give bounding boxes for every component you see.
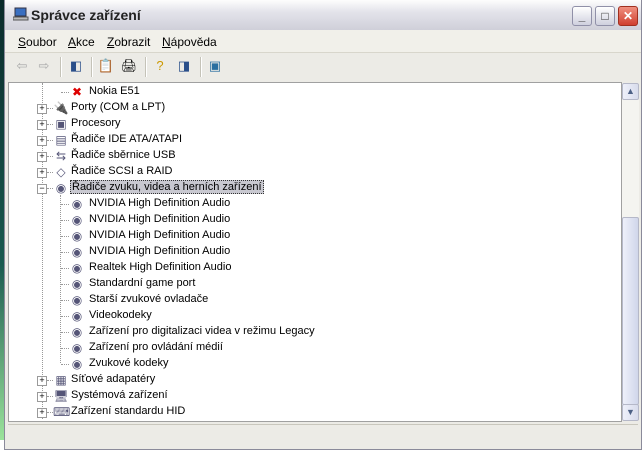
port-icon: 🔌 bbox=[53, 101, 69, 115]
expand-icon[interactable]: + bbox=[37, 120, 47, 130]
expand-icon[interactable]: + bbox=[37, 136, 47, 146]
expand-icon[interactable]: + bbox=[37, 152, 47, 162]
scroll-up-button[interactable]: ▲ bbox=[622, 83, 639, 100]
properties-icon[interactable]: 📋 bbox=[97, 57, 115, 75]
tree-item-label: Zařízení standardu HID bbox=[71, 405, 186, 417]
sound-device-icon: ◉ bbox=[71, 245, 83, 259]
system-device-icon: 🖥 bbox=[53, 389, 69, 403]
menu-zobrazit[interactable]: Zobrazit bbox=[107, 35, 150, 49]
tree-item-label: Realtek High Definition Audio bbox=[89, 261, 232, 273]
network-adapter-icon: ▦ bbox=[55, 373, 67, 387]
menu-napoveda[interactable]: Nápověda bbox=[162, 35, 217, 49]
tree-item[interactable]: ◉ Zařízení pro ovládání médií bbox=[9, 340, 621, 356]
maximize-button[interactable]: □ bbox=[595, 6, 615, 26]
tree-item[interactable]: + ⌨ Zařízení standardu HID bbox=[9, 404, 621, 420]
tree-item-label: Zařízení pro ovládání médií bbox=[89, 341, 223, 353]
tree-item[interactable]: ◉ Zařízení pro digitalizaci videa v režim… bbox=[9, 324, 621, 340]
tree-item[interactable]: ◉ NVIDIA High Definition Audio bbox=[9, 212, 621, 228]
menu-akce[interactable]: Akce bbox=[68, 35, 95, 49]
tree-item-label: Nokia E51 bbox=[89, 85, 140, 97]
expand-icon[interactable]: + bbox=[37, 104, 47, 114]
device-manager-window: Správce zařízení _ □ ✕ Soubor Akce Zobra… bbox=[4, 0, 642, 450]
tree-item-label: Starší zvukové ovladače bbox=[89, 293, 209, 305]
tree-item[interactable]: ◉ NVIDIA High Definition Audio bbox=[9, 196, 621, 212]
menu-bar: Soubor Akce Zobrazit Nápověda bbox=[5, 30, 641, 53]
sound-device-icon: ◉ bbox=[71, 277, 83, 291]
tree-item-label: Systémová zařízení bbox=[71, 389, 168, 401]
tree-item-label: Procesory bbox=[71, 117, 121, 129]
window-title: Správce zařízení bbox=[31, 7, 141, 23]
toolbar: ⇦ ⇨ ◧ 📋 🖨 ? ◨ ▣ bbox=[5, 53, 641, 80]
tree-item[interactable]: ✖ Nokia E51 bbox=[9, 84, 621, 100]
tree-item[interactable]: + 🖥 Systémová zařízení bbox=[9, 388, 621, 404]
vertical-scrollbar[interactable]: ▲ ▼ bbox=[622, 83, 639, 421]
scroll-down-button[interactable]: ▼ bbox=[622, 404, 639, 421]
expand-icon[interactable]: + bbox=[37, 408, 47, 418]
tree-item-label: Standardní game port bbox=[89, 277, 196, 289]
print-icon[interactable]: 🖨 bbox=[120, 57, 138, 75]
forward-icon[interactable]: ⇨ bbox=[35, 57, 53, 75]
expand-icon[interactable]: + bbox=[37, 392, 47, 402]
tree-item-label: NVIDIA High Definition Audio bbox=[89, 197, 231, 209]
expand-icon[interactable]: + bbox=[37, 376, 47, 386]
sound-device-icon: ◉ bbox=[71, 229, 83, 243]
tree-item-label: NVIDIA High Definition Audio bbox=[89, 213, 231, 225]
scrollbar-thumb[interactable] bbox=[622, 217, 639, 405]
tree-item-label: Řadiče sběrnice USB bbox=[71, 149, 176, 161]
sound-device-icon: ◉ bbox=[71, 341, 83, 355]
tree-item[interactable]: ◉ Realtek High Definition Audio bbox=[9, 260, 621, 276]
scan-hardware-icon[interactable]: ▣ bbox=[206, 57, 224, 75]
menu-soubor[interactable]: Soubor bbox=[18, 35, 57, 49]
tree-item[interactable]: ◉ Zvukové kodeky bbox=[9, 356, 621, 372]
sound-device-icon: ◉ bbox=[71, 293, 83, 307]
sound-device-icon: ◉ bbox=[71, 197, 83, 211]
ide-controller-icon: ▤ bbox=[55, 133, 67, 147]
device-tree: ✖ Nokia E51 + 🔌 Porty (COM a LPT) + ▣ Procesory… bbox=[8, 82, 622, 422]
collapse-icon[interactable]: − bbox=[37, 184, 47, 194]
sound-device-icon: ◉ bbox=[71, 325, 83, 339]
tree-item-label: Řadiče zvuku, videa a herních zařízení bbox=[70, 180, 264, 194]
close-button[interactable]: ✕ bbox=[618, 6, 638, 26]
tree-item[interactable]: + ▦ Síťové adapatéry bbox=[9, 372, 621, 388]
phone-disabled-icon: ✖ bbox=[71, 85, 83, 99]
tree-item-label: Řadiče IDE ATA/ATAPI bbox=[71, 133, 183, 145]
title-bar[interactable]: Správce zařízení _ □ ✕ bbox=[5, 0, 641, 31]
tree-item-label: Síťové adapatéry bbox=[71, 373, 156, 385]
tree-item[interactable]: ◉ NVIDIA High Definition Audio bbox=[9, 228, 621, 244]
show-hide-action-pane-icon[interactable]: ◨ bbox=[175, 57, 193, 75]
tree-item-label: Zvukové kodeky bbox=[89, 357, 169, 369]
minimize-button[interactable]: _ bbox=[572, 6, 592, 26]
tree-item[interactable]: + 🔌 Porty (COM a LPT) bbox=[9, 100, 621, 116]
tree-item-label: NVIDIA High Definition Audio bbox=[89, 245, 231, 257]
tree-item-label: Řadiče SCSI a RAID bbox=[71, 165, 173, 177]
processor-icon: ▣ bbox=[55, 117, 67, 131]
sound-icon: ◉ bbox=[55, 181, 67, 195]
tree-item[interactable]: ◉ Standardní game port bbox=[9, 276, 621, 292]
sound-device-icon: ◉ bbox=[71, 309, 83, 323]
help-icon[interactable]: ? bbox=[151, 57, 169, 75]
tree-item-label: Videokodeky bbox=[89, 309, 152, 321]
sound-device-icon: ◉ bbox=[71, 357, 83, 371]
tree-item-label: NVIDIA High Definition Audio bbox=[89, 229, 231, 241]
usb-icon: ⇆ bbox=[55, 149, 67, 163]
tree-item[interactable]: + ◇ Řadiče SCSI a RAID bbox=[9, 164, 621, 180]
sound-device-icon: ◉ bbox=[71, 213, 83, 227]
tree-item[interactable]: ◉ Starší zvukové ovladače bbox=[9, 292, 621, 308]
expand-icon[interactable]: + bbox=[37, 168, 47, 178]
tree-item[interactable]: ◉ NVIDIA High Definition Audio bbox=[9, 244, 621, 260]
tree-item[interactable]: ◉ Videokodeky bbox=[9, 308, 621, 324]
sound-device-icon: ◉ bbox=[71, 261, 83, 275]
tree-item[interactable]: + ▤ Řadiče IDE ATA/ATAPI bbox=[9, 132, 621, 148]
tree-item-label: Porty (COM a LPT) bbox=[71, 101, 166, 113]
tree-item-label: Zařízení pro digitalizaci videa v režimu… bbox=[89, 325, 315, 337]
show-hide-tree-icon[interactable]: ◧ bbox=[67, 57, 85, 75]
hid-icon: ⌨ bbox=[53, 405, 71, 419]
back-icon[interactable]: ⇦ bbox=[13, 57, 31, 75]
tree-item[interactable]: + ⇆ Řadiče sběrnice USB bbox=[9, 148, 621, 164]
scsi-icon: ◇ bbox=[56, 165, 66, 179]
tree-item[interactable]: + ▣ Procesory bbox=[9, 116, 621, 132]
computer-icon bbox=[13, 7, 29, 21]
status-bar bbox=[8, 424, 638, 447]
tree-item[interactable]: − ◉ Řadiče zvuku, videa a herních zařízení bbox=[9, 180, 621, 196]
